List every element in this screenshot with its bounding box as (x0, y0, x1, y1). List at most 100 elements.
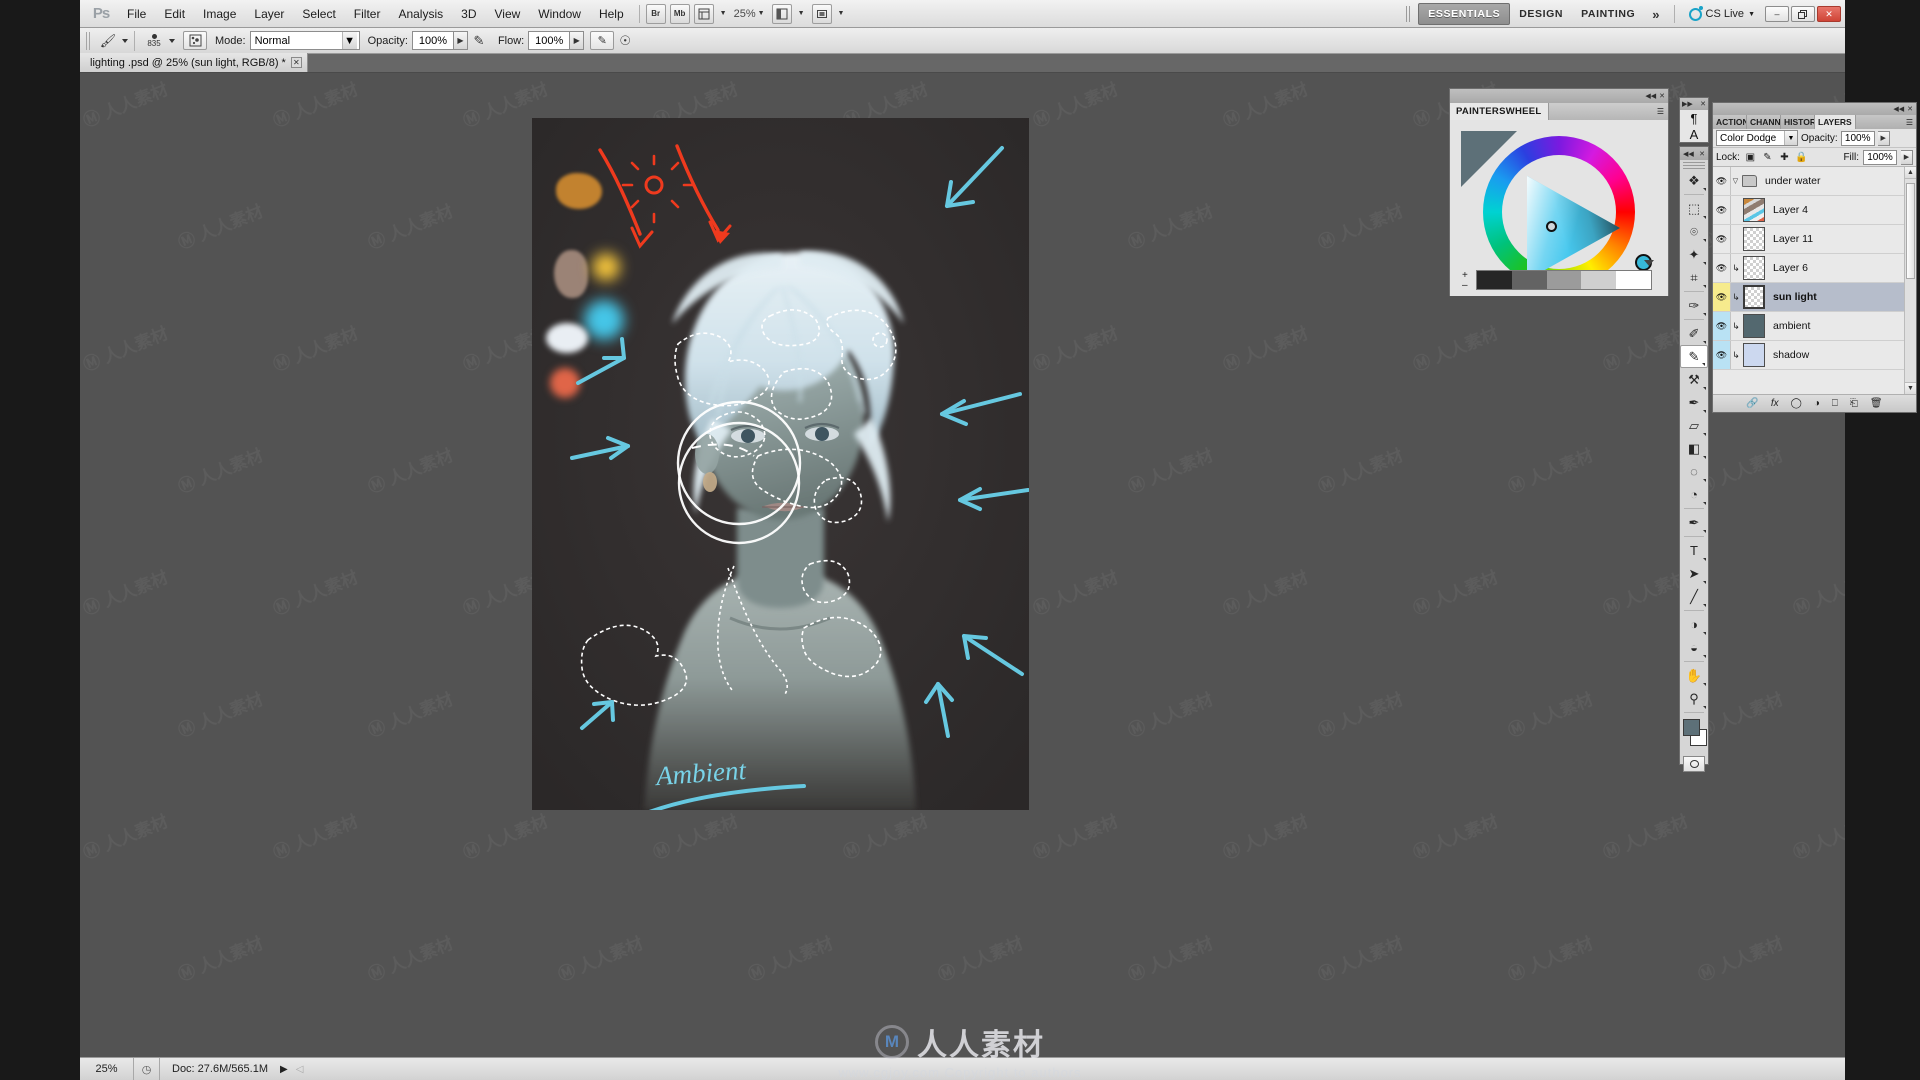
view-extras-chevron-down-icon[interactable]: ▼ (720, 10, 727, 17)
character-icon[interactable]: A (1680, 126, 1708, 142)
character-paragraph-panel[interactable]: ▶▶ ✕ ¶ A (1679, 97, 1709, 143)
layer-row[interactable]: 👁 ↳ shadow (1713, 341, 1916, 370)
layer-visibility-eye-icon[interactable]: 👁 (1713, 196, 1731, 224)
document-tab[interactable]: lighting .psd @ 25% (sun light, RGB/8) *… (80, 53, 308, 72)
opacity-input[interactable]: 100% (411, 31, 454, 50)
lock-all-icon[interactable]: 🔒 (1795, 151, 1808, 164)
menu-analysis[interactable]: Analysis (389, 4, 452, 24)
menu-edit[interactable]: Edit (155, 4, 194, 24)
zoom-chevron-down-icon[interactable]: ▼ (758, 10, 765, 17)
3d-orbit-tool[interactable]: ◒ (1680, 636, 1708, 659)
minimize-button[interactable]: – (1765, 6, 1789, 22)
ramp-steppers[interactable]: + – (1462, 271, 1468, 291)
foreground-color-swatch[interactable] (1683, 719, 1700, 736)
pen-tool[interactable]: ✒ (1680, 511, 1708, 534)
cs-live-button[interactable]: CS Live ▼ (1681, 5, 1763, 21)
tablet-pressure-opacity-icon[interactable]: ✎ (468, 31, 490, 51)
options-bar-grip[interactable] (86, 31, 91, 50)
layer-thumbnail[interactable] (1743, 198, 1765, 222)
close-icon[interactable]: ✕ (1699, 150, 1705, 158)
lock-image-pixels-icon[interactable]: ✎ (1761, 151, 1774, 164)
rectangular-marquee-tool[interactable]: ⬚ (1680, 197, 1708, 220)
lock-position-icon[interactable]: ✚ (1778, 151, 1791, 164)
artwork-canvas[interactable]: Ambient (532, 118, 1029, 810)
arrange-chevron-down-icon[interactable]: ▼ (798, 10, 805, 17)
layer-visibility-eye-icon[interactable]: 👁 (1713, 225, 1731, 253)
dodge-tool[interactable]: ◔ (1680, 483, 1708, 506)
painterswheel-panel[interactable]: ◀◀ ✕ PAINTERSWHEEL ☰ + – (1449, 88, 1669, 296)
menu-layer[interactable]: Layer (245, 4, 293, 24)
workspace-design[interactable]: DESIGN (1510, 4, 1572, 24)
layer-row[interactable]: 👁 Layer 11 (1713, 225, 1916, 254)
restore-button[interactable] (1791, 6, 1815, 22)
flow-stepper[interactable]: ▶ (570, 31, 585, 50)
menu-filter[interactable]: Filter (345, 4, 390, 24)
3d-rotate-tool[interactable]: ◑ (1680, 613, 1708, 636)
airbrush-icon[interactable]: ✎ (590, 31, 615, 50)
painterswheel-body[interactable]: + – (1450, 120, 1668, 296)
horizontal-type-tool[interactable]: T (1680, 539, 1708, 562)
view-extras-icon[interactable] (693, 3, 714, 24)
workspace-grip[interactable] (1406, 6, 1413, 22)
hue-wheel[interactable] (1483, 136, 1652, 288)
layer-row[interactable]: 👁 Layer 4 (1713, 196, 1916, 225)
ramp-step-3[interactable] (1581, 271, 1617, 289)
layer-thumbnail[interactable] (1743, 285, 1765, 309)
layer-thumbnail[interactable] (1743, 256, 1765, 280)
layer-fill-stepper[interactable]: ▶ (1901, 149, 1913, 165)
tab-channels[interactable]: CHANNELS (1747, 115, 1781, 129)
move-tool[interactable]: ❖ (1680, 169, 1708, 192)
toggle-brush-panel-icon[interactable] (183, 31, 207, 50)
menu-select[interactable]: Select (293, 4, 344, 24)
lock-transparent-pixels-icon[interactable]: ▣ (1744, 151, 1757, 164)
workspace-essentials[interactable]: ESSENTIALS (1418, 3, 1511, 25)
opacity-stepper[interactable]: ▶ (453, 31, 468, 50)
collapse-icon[interactable]: ◀◀ (1893, 105, 1904, 113)
tab-history[interactable]: HISTORY (1781, 115, 1815, 129)
close-icon[interactable]: ✕ (290, 57, 302, 68)
paragraph-icon[interactable]: ¶ (1680, 110, 1708, 126)
menu-file[interactable]: File (118, 4, 155, 24)
tab-actions[interactable]: ACTIONS (1713, 115, 1747, 129)
collapse-icon[interactable]: ◀◀ (1645, 92, 1656, 100)
color-swatches[interactable] (1680, 717, 1708, 751)
line-tool[interactable]: ╱ (1680, 585, 1708, 608)
layers-titlebar[interactable]: ◀◀ ✕ (1713, 103, 1916, 115)
layer-visibility-eye-icon[interactable]: 👁 (1713, 341, 1731, 369)
lasso-tool[interactable]: ⌾ (1680, 220, 1708, 243)
layer-visibility-eye-icon[interactable]: 👁 (1713, 312, 1731, 340)
tablet-pressure-size-icon[interactable]: ☉ (614, 31, 636, 51)
brush-preset-picker[interactable]: 🖌 (97, 32, 128, 50)
clone-stamp-tool[interactable]: ⚒ (1680, 368, 1708, 391)
panel-menu-icon[interactable]: ☰ (1657, 103, 1668, 120)
close-button[interactable]: ✕ (1817, 6, 1841, 22)
blend-mode-select[interactable]: Normal ▼ (249, 31, 360, 50)
delete-layer-icon[interactable]: 🗑 (1870, 398, 1883, 409)
layer-thumbnail[interactable] (1743, 343, 1765, 367)
layer-opacity-stepper[interactable]: ▶ (1877, 130, 1890, 146)
new-layer-icon[interactable]: ⎗ (1850, 398, 1858, 409)
adjustment-layer-icon[interactable]: ◑ (1814, 398, 1820, 409)
magic-wand-tool[interactable]: ✦ (1680, 243, 1708, 266)
layer-row[interactable]: 👁 ↳ sun light (1713, 283, 1916, 312)
eyedropper-tool[interactable]: ✑ (1680, 294, 1708, 317)
scroll-down-icon[interactable]: ▼ (1905, 382, 1916, 394)
brush-size-chevron-down-icon[interactable] (169, 38, 175, 43)
path-selection-tool[interactable]: ➤ (1680, 562, 1708, 585)
workspace-more-chevron-icon[interactable]: » (1644, 7, 1667, 22)
status-zoom-field[interactable]: 25% (80, 1058, 134, 1080)
quick-mask-icon[interactable] (1683, 756, 1705, 772)
layer-row[interactable]: 👁 ↳ ambient (1713, 312, 1916, 341)
close-icon[interactable]: ✕ (1659, 92, 1665, 100)
type-panel-titlebar[interactable]: ▶▶ ✕ (1680, 98, 1708, 110)
painterswheel-titlebar[interactable]: ◀◀ ✕ (1450, 89, 1668, 103)
layer-thumbnail[interactable] (1743, 314, 1765, 338)
link-layers-icon[interactable]: 🔗 (1746, 398, 1758, 409)
tab-layers[interactable]: LAYERS (1815, 115, 1856, 129)
workspace-painting[interactable]: PAINTING (1572, 4, 1644, 24)
scroll-up-icon[interactable]: ▲ (1905, 167, 1916, 179)
expand-icon[interactable]: ▶▶ (1682, 100, 1693, 108)
brush-tool[interactable]: ✎ (1680, 345, 1708, 368)
ramp-step-1[interactable] (1511, 271, 1547, 289)
tools-titlebar[interactable]: ◀◀ ✕ (1680, 147, 1708, 160)
